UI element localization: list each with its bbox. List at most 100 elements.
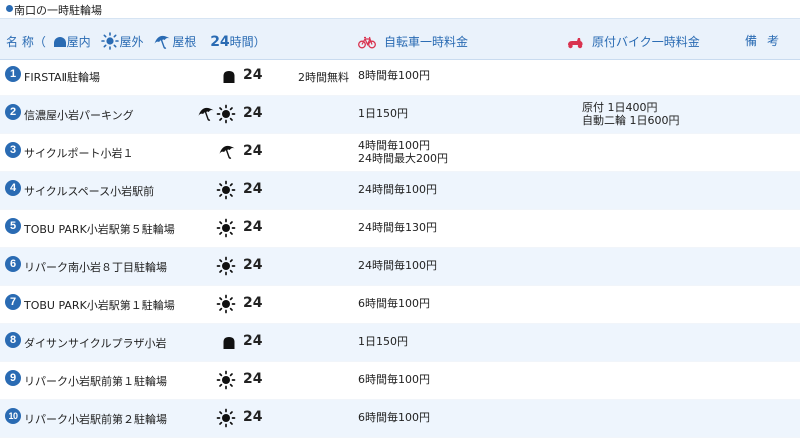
header-name-column: 名 称（ 屋内 屋外 屋根 24時間）	[6, 32, 266, 53]
sun-icon	[216, 218, 236, 242]
moped-fee-line: 自動二輪 1日600円	[582, 114, 680, 127]
sun-icon	[216, 180, 236, 204]
bicycle-fee: 6時間毎100円	[358, 411, 430, 424]
row-number-badge: 6	[5, 256, 21, 272]
table-header: 名 称（ 屋内 屋外 屋根 24時間） 自転車一時料金 原付バイク一時料金 備考	[0, 18, 800, 60]
bicycle-fee: 6時間毎100円	[358, 297, 430, 310]
row-number-badge: 3	[5, 142, 21, 158]
table-row: 4 サイクルスペース小岩駅前 24 24時間毎100円	[0, 172, 800, 210]
table-row: 7 TOBU PARK小岩駅第１駐輪場 24 6時間毎100円	[0, 286, 800, 324]
header-moped-fee: 原付バイク一時料金	[566, 33, 700, 52]
indoor-icon	[222, 69, 236, 88]
header-name-label: 名 称（	[6, 35, 46, 49]
table-row: 6 リパーク南小岩８丁目駐輪場 24 24時間毎100円	[0, 248, 800, 286]
parking-name: TOBU PARK小岩駅第１駐輪場	[24, 299, 175, 312]
bicycle-fee-line: 1日150円	[358, 335, 408, 348]
umbrella-icon	[218, 142, 236, 164]
table-row: 2 信濃屋小岩パーキング 24 1日150円 原付 1日400円 自動二輪 1日600円	[0, 96, 800, 134]
indoor-icon	[53, 37, 66, 47]
table-row: 8 ダイサンサイクルプラザ小岩 24 1日150円	[0, 324, 800, 362]
table-row: 9 リパーク小岩駅前第１駐輪場 24 6時間毎100円	[0, 362, 800, 400]
bicycle-fee: 1日150円	[358, 107, 408, 120]
bicycle-fee-line: 8時間毎100円	[358, 69, 430, 82]
facility-type-icons	[186, 218, 236, 238]
facility-type-icons	[186, 66, 236, 86]
sun-icon	[216, 408, 236, 432]
bicycle-fee: 6時間毎100円	[358, 373, 430, 386]
parking-name: ダイサンサイクルプラザ小岩	[24, 337, 167, 350]
bicycle-fee-line: 1日150円	[358, 107, 408, 120]
parking-name: サイクルスペース小岩駅前	[24, 185, 155, 198]
bicycle-fee-line: 6時間毎100円	[358, 411, 430, 424]
bicycle-fee: 8時間毎100円	[358, 69, 430, 82]
facility-type-icons	[186, 256, 236, 276]
header-roof-label: 屋根	[172, 35, 197, 49]
table-row: 10 リパーク小岩駅前第２駐輪場 24 6時間毎100円	[0, 400, 800, 438]
table-row: 5 TOBU PARK小岩駅第５駐輪場 24 24時間毎130円	[0, 210, 800, 248]
free-period: 2時間無料	[298, 71, 349, 84]
sun-icon	[216, 370, 236, 394]
parking-name: リパーク小岩駅前第２駐輪場	[24, 413, 167, 426]
table-row: 1 FIRSTAⅡ駐輪場 24 2時間無料 8時間毎100円	[0, 58, 800, 96]
open-hours: 24	[243, 181, 263, 197]
row-number-badge: 1	[5, 66, 21, 82]
facility-type-icons	[186, 180, 236, 200]
bicycle-fee-line: 6時間毎100円	[358, 297, 430, 310]
open-hours: 24	[243, 219, 263, 235]
row-number-badge: 10	[5, 408, 21, 424]
bicycle-fee: 24時間毎130円	[358, 221, 437, 234]
header-notes: 備考	[745, 34, 790, 48]
bicycle-fee: 4時間毎100円 24時間最大200円	[358, 139, 448, 165]
header-hours-number: 24	[210, 34, 230, 50]
open-hours: 24	[243, 371, 263, 387]
umbrella-icon	[153, 32, 171, 53]
bicycle-icon	[358, 35, 376, 52]
parking-name: サイクルポート小岩１	[24, 147, 134, 160]
header-moped-label: 原付バイク一時料金	[592, 35, 700, 49]
facility-type-icons	[186, 332, 236, 352]
row-number-badge: 7	[5, 294, 21, 310]
section-title: 南口の一時駐輪場	[14, 4, 102, 17]
header-hours-suffix: 時間）	[229, 35, 266, 49]
sun-icon	[216, 294, 236, 318]
sun-icon	[216, 104, 236, 128]
facility-type-icons	[186, 104, 236, 124]
open-hours: 24	[243, 295, 263, 311]
sun-icon	[216, 256, 236, 280]
open-hours: 24	[243, 333, 263, 349]
parking-name: 信濃屋小岩パーキング	[24, 109, 134, 122]
parking-name: FIRSTAⅡ駐輪場	[24, 71, 101, 84]
header-indoor-label: 屋内	[66, 35, 91, 49]
indoor-icon	[222, 335, 236, 354]
bicycle-fee-line: 6時間毎100円	[358, 373, 430, 386]
bicycle-fee-line: 24時間最大200円	[358, 152, 448, 165]
header-bicycle-label: 自転車一時料金	[384, 35, 469, 49]
open-hours: 24	[243, 67, 263, 83]
bicycle-fee-line: 24時間毎100円	[358, 183, 437, 196]
table-row: 3 サイクルポート小岩１ 24 4時間毎100円 24時間最大200円	[0, 134, 800, 172]
facility-type-icons	[186, 370, 236, 390]
header-bicycle-fee: 自転車一時料金	[358, 33, 468, 52]
open-hours: 24	[243, 257, 263, 273]
row-number-badge: 4	[5, 180, 21, 196]
facility-type-icons	[186, 408, 236, 428]
header-outdoor-label: 屋外	[119, 35, 144, 49]
bicycle-fee: 24時間毎100円	[358, 259, 437, 272]
umbrella-icon	[197, 104, 215, 126]
bicycle-fee-line: 24時間毎100円	[358, 259, 437, 272]
parking-name: リパーク小岩駅前第１駐輪場	[24, 375, 167, 388]
open-hours: 24	[243, 105, 263, 121]
row-number-badge: 2	[5, 104, 21, 120]
parking-name: TOBU PARK小岩駅第５駐輪場	[24, 223, 175, 236]
sun-icon	[100, 32, 119, 53]
bicycle-fee: 1日150円	[358, 335, 408, 348]
parking-table-body: 1 FIRSTAⅡ駐輪場 24 2時間無料 8時間毎100円 2 信濃屋小岩パーキング 24 1…	[0, 58, 800, 438]
facility-type-icons	[186, 294, 236, 314]
bullet-icon	[6, 5, 13, 12]
row-number-badge: 5	[5, 218, 21, 234]
moped-fee-line: 原付 1日400円	[582, 101, 658, 114]
row-number-badge: 8	[5, 332, 21, 348]
facility-type-icons	[186, 142, 236, 162]
open-hours: 24	[243, 143, 263, 159]
section-title-bar: 南口の一時駐輪場	[0, 0, 800, 18]
